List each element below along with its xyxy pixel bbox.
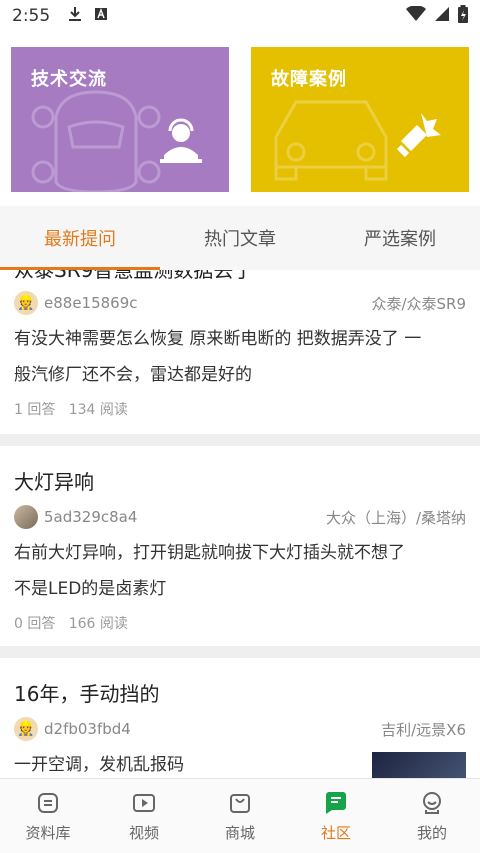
download-icon	[68, 6, 82, 27]
bottom-navigation: 资料库 视频 商城 社区 我的	[0, 778, 480, 853]
question-card[interactable]: 大灯异响 5ad329c8a4 大众（上海）/桑塔纳 右前大灯异响，打开钥匙就响…	[0, 446, 480, 646]
nav-label: 社区	[320, 823, 351, 842]
question-feed[interactable]: 众泰SR9智慧监测数据丢了 👷 e88e15869c 众泰/众泰SR9 有没大神…	[0, 270, 480, 778]
avatar[interactable]	[14, 505, 38, 529]
video-icon	[133, 793, 155, 812]
answer-count: 0 回答	[14, 616, 56, 632]
username[interactable]: e88e15869c	[44, 294, 138, 312]
question-card[interactable]: 众泰SR9智慧监测数据丢了 👷 e88e15869c 众泰/众泰SR9 有没大神…	[0, 270, 480, 434]
community-chat-icon	[326, 791, 346, 814]
fault-case-banner[interactable]: 故障案例	[251, 47, 469, 192]
question-meta: 5ad329c8a4 大众（上海）/桑塔纳	[14, 505, 466, 529]
tab-hot-articles[interactable]: 热门文章	[160, 206, 320, 270]
battery-icon	[458, 4, 468, 28]
tab-selected-cases[interactable]: 严选案例	[320, 206, 480, 270]
question-card[interactable]: 16年，手动挡的 👷 d2fb03fbd4 吉利/远景X6 一开空调，发机乱报码	[0, 658, 480, 778]
tech-exchange-banner[interactable]: 技术交流	[11, 47, 229, 192]
answer-count: 1 回答	[14, 402, 56, 418]
question-stats: 0 回答 166 阅读	[14, 613, 466, 633]
category-banners: 技术交流 故障案例	[11, 47, 469, 193]
car-brand: 大众（上海）/桑塔纳	[325, 508, 466, 527]
nav-label: 视频	[128, 823, 159, 842]
status-bar: 2:55	[0, 0, 480, 32]
view-count: 134 阅读	[68, 402, 128, 418]
shopping-bag-icon	[230, 793, 250, 813]
nav-library[interactable]: 资料库	[0, 779, 96, 853]
tab-latest-questions[interactable]: 最新提问	[0, 206, 160, 270]
avatar[interactable]: 👷	[14, 291, 38, 315]
car-front-icon	[274, 100, 388, 181]
question-title: 16年，手动挡的	[14, 682, 160, 706]
car-brand: 吉利/远景X6	[381, 720, 466, 739]
question-content: 右前大灯异响，打开钥匙就响拔下大灯插头就不想了 不是LED的是卤素灯	[14, 535, 466, 607]
nav-shop[interactable]: 商城	[192, 779, 288, 853]
library-icon	[38, 792, 58, 813]
username[interactable]: d2fb03fbd4	[44, 720, 131, 738]
nav-label: 我的	[416, 823, 447, 842]
content-line: 右前大灯异响，打开钥匙就响拔下大灯插头就不想了	[14, 543, 405, 563]
question-title: 大灯异响	[14, 470, 94, 494]
feed-tabs: 最新提问 热门文章 严选案例	[0, 206, 480, 270]
signal-icon	[434, 6, 450, 27]
nav-label: 资料库	[25, 823, 71, 842]
nav-video[interactable]: 视频	[96, 779, 192, 853]
username[interactable]: 5ad329c8a4	[44, 508, 137, 526]
mechanic-icon	[160, 118, 202, 163]
wifi-icon	[406, 4, 426, 27]
wrench-tools-icon	[396, 113, 441, 158]
question-meta: 👷 e88e15869c 众泰/众泰SR9	[14, 291, 466, 315]
profile-icon	[423, 791, 441, 814]
nav-label: 商城	[224, 823, 255, 842]
question-content: 有没大神需要怎么恢复 原来断电断的 把数据弄没了 一 般汽修厂还不会，雷达都是好…	[14, 321, 466, 393]
car-brand: 众泰/众泰SR9	[371, 294, 466, 313]
avatar[interactable]: 👷	[14, 717, 38, 741]
question-thumbnail[interactable]	[372, 752, 466, 778]
question-title: 众泰SR9智慧监测数据丢了	[14, 270, 254, 282]
question-stats: 1 回答 134 阅读	[14, 399, 466, 419]
content-line: 般汽修厂还不会，雷达都是好的	[14, 365, 252, 385]
view-count: 166 阅读	[68, 616, 128, 632]
question-meta: 👷 d2fb03fbd4 吉利/远景X6	[14, 717, 466, 741]
app-notification-icon	[94, 6, 108, 26]
status-time: 2:55	[12, 6, 51, 26]
nav-community[interactable]: 社区	[288, 779, 384, 853]
content-line: 有没大神需要怎么恢复 原来断电断的 把数据弄没了 一	[14, 329, 422, 349]
car-outline-icon	[31, 90, 161, 192]
nav-profile[interactable]: 我的	[384, 779, 480, 853]
content-line: 不是LED的是卤素灯	[14, 579, 167, 599]
